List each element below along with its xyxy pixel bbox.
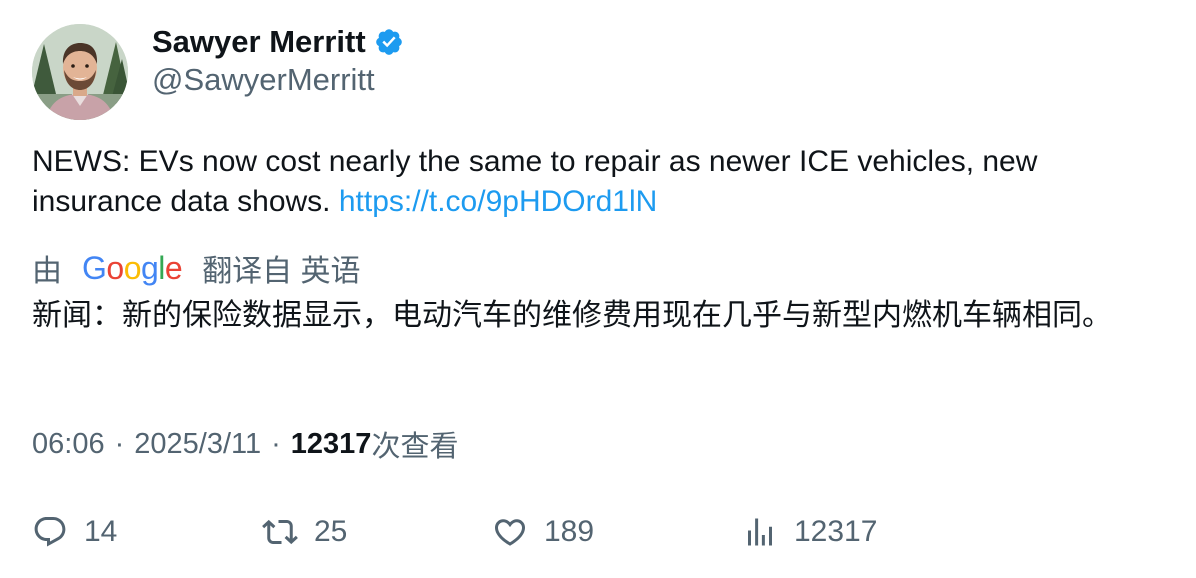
reply-count: 14 bbox=[84, 515, 118, 548]
views-label: 次查看 bbox=[371, 431, 459, 463]
verified-badge-icon[interactable] bbox=[374, 27, 404, 57]
google-logo-letter: G bbox=[82, 249, 107, 286]
author-handle[interactable]: @SawyerMerritt bbox=[152, 62, 375, 98]
google-logo-letter: l bbox=[158, 249, 165, 286]
like-count: 189 bbox=[544, 515, 595, 548]
meta-separator: · bbox=[271, 427, 281, 460]
translation-suffix: 翻译自 英语 bbox=[202, 255, 361, 288]
retweet-button[interactable]: 25 bbox=[262, 510, 347, 554]
tweet-link[interactable]: https://t.co/9pHDOrd1lN bbox=[339, 185, 657, 218]
meta-separator: · bbox=[114, 427, 125, 460]
views-count: 12317 bbox=[290, 427, 372, 460]
author-name-row: Sawyer Merritt bbox=[152, 22, 404, 62]
tweet-time[interactable]: 06:06 bbox=[32, 428, 105, 461]
google-logo-letter: g bbox=[140, 249, 159, 286]
views-action-count: 12317 bbox=[794, 515, 878, 548]
retweet-icon bbox=[262, 514, 298, 550]
google-logo-letter: e bbox=[164, 249, 183, 286]
reply-icon bbox=[32, 514, 68, 550]
translation-attribution[interactable]: 由 Google 翻译自 英语 bbox=[32, 246, 361, 290]
google-logo-icon: Google bbox=[82, 249, 183, 287]
avatar[interactable] bbox=[32, 24, 128, 120]
translation-prefix: 由 bbox=[32, 255, 62, 288]
reply-button[interactable]: 14 bbox=[32, 510, 117, 554]
google-logo-letter: o bbox=[106, 249, 124, 286]
avatar-image bbox=[32, 24, 128, 120]
tweet-meta: 06:06 · 2025/3/11 · 12317 次查看 bbox=[32, 424, 458, 464]
views-button[interactable]: 12317 bbox=[742, 510, 877, 554]
analytics-icon bbox=[742, 514, 778, 550]
like-button[interactable]: 189 bbox=[492, 510, 594, 554]
tweet-text: NEWS: EVs now cost nearly the same to re… bbox=[32, 142, 1152, 222]
author-display-name[interactable]: Sawyer Merritt bbox=[152, 24, 366, 60]
action-bar: 14 25 189 12317 bbox=[0, 510, 1196, 554]
google-logo-letter: o bbox=[123, 249, 142, 286]
translated-text: 新闻：新的保险数据显示，电动汽车的维修费用现在几乎与新型内燃机车辆相同。 bbox=[32, 299, 1112, 332]
tweet-date[interactable]: 2025/3/11 bbox=[134, 428, 261, 461]
heart-icon bbox=[492, 514, 528, 550]
tweet-card: Sawyer Merritt @SawyerMerritt NEWS: EVs … bbox=[0, 0, 1196, 578]
retweet-count: 25 bbox=[314, 515, 348, 548]
